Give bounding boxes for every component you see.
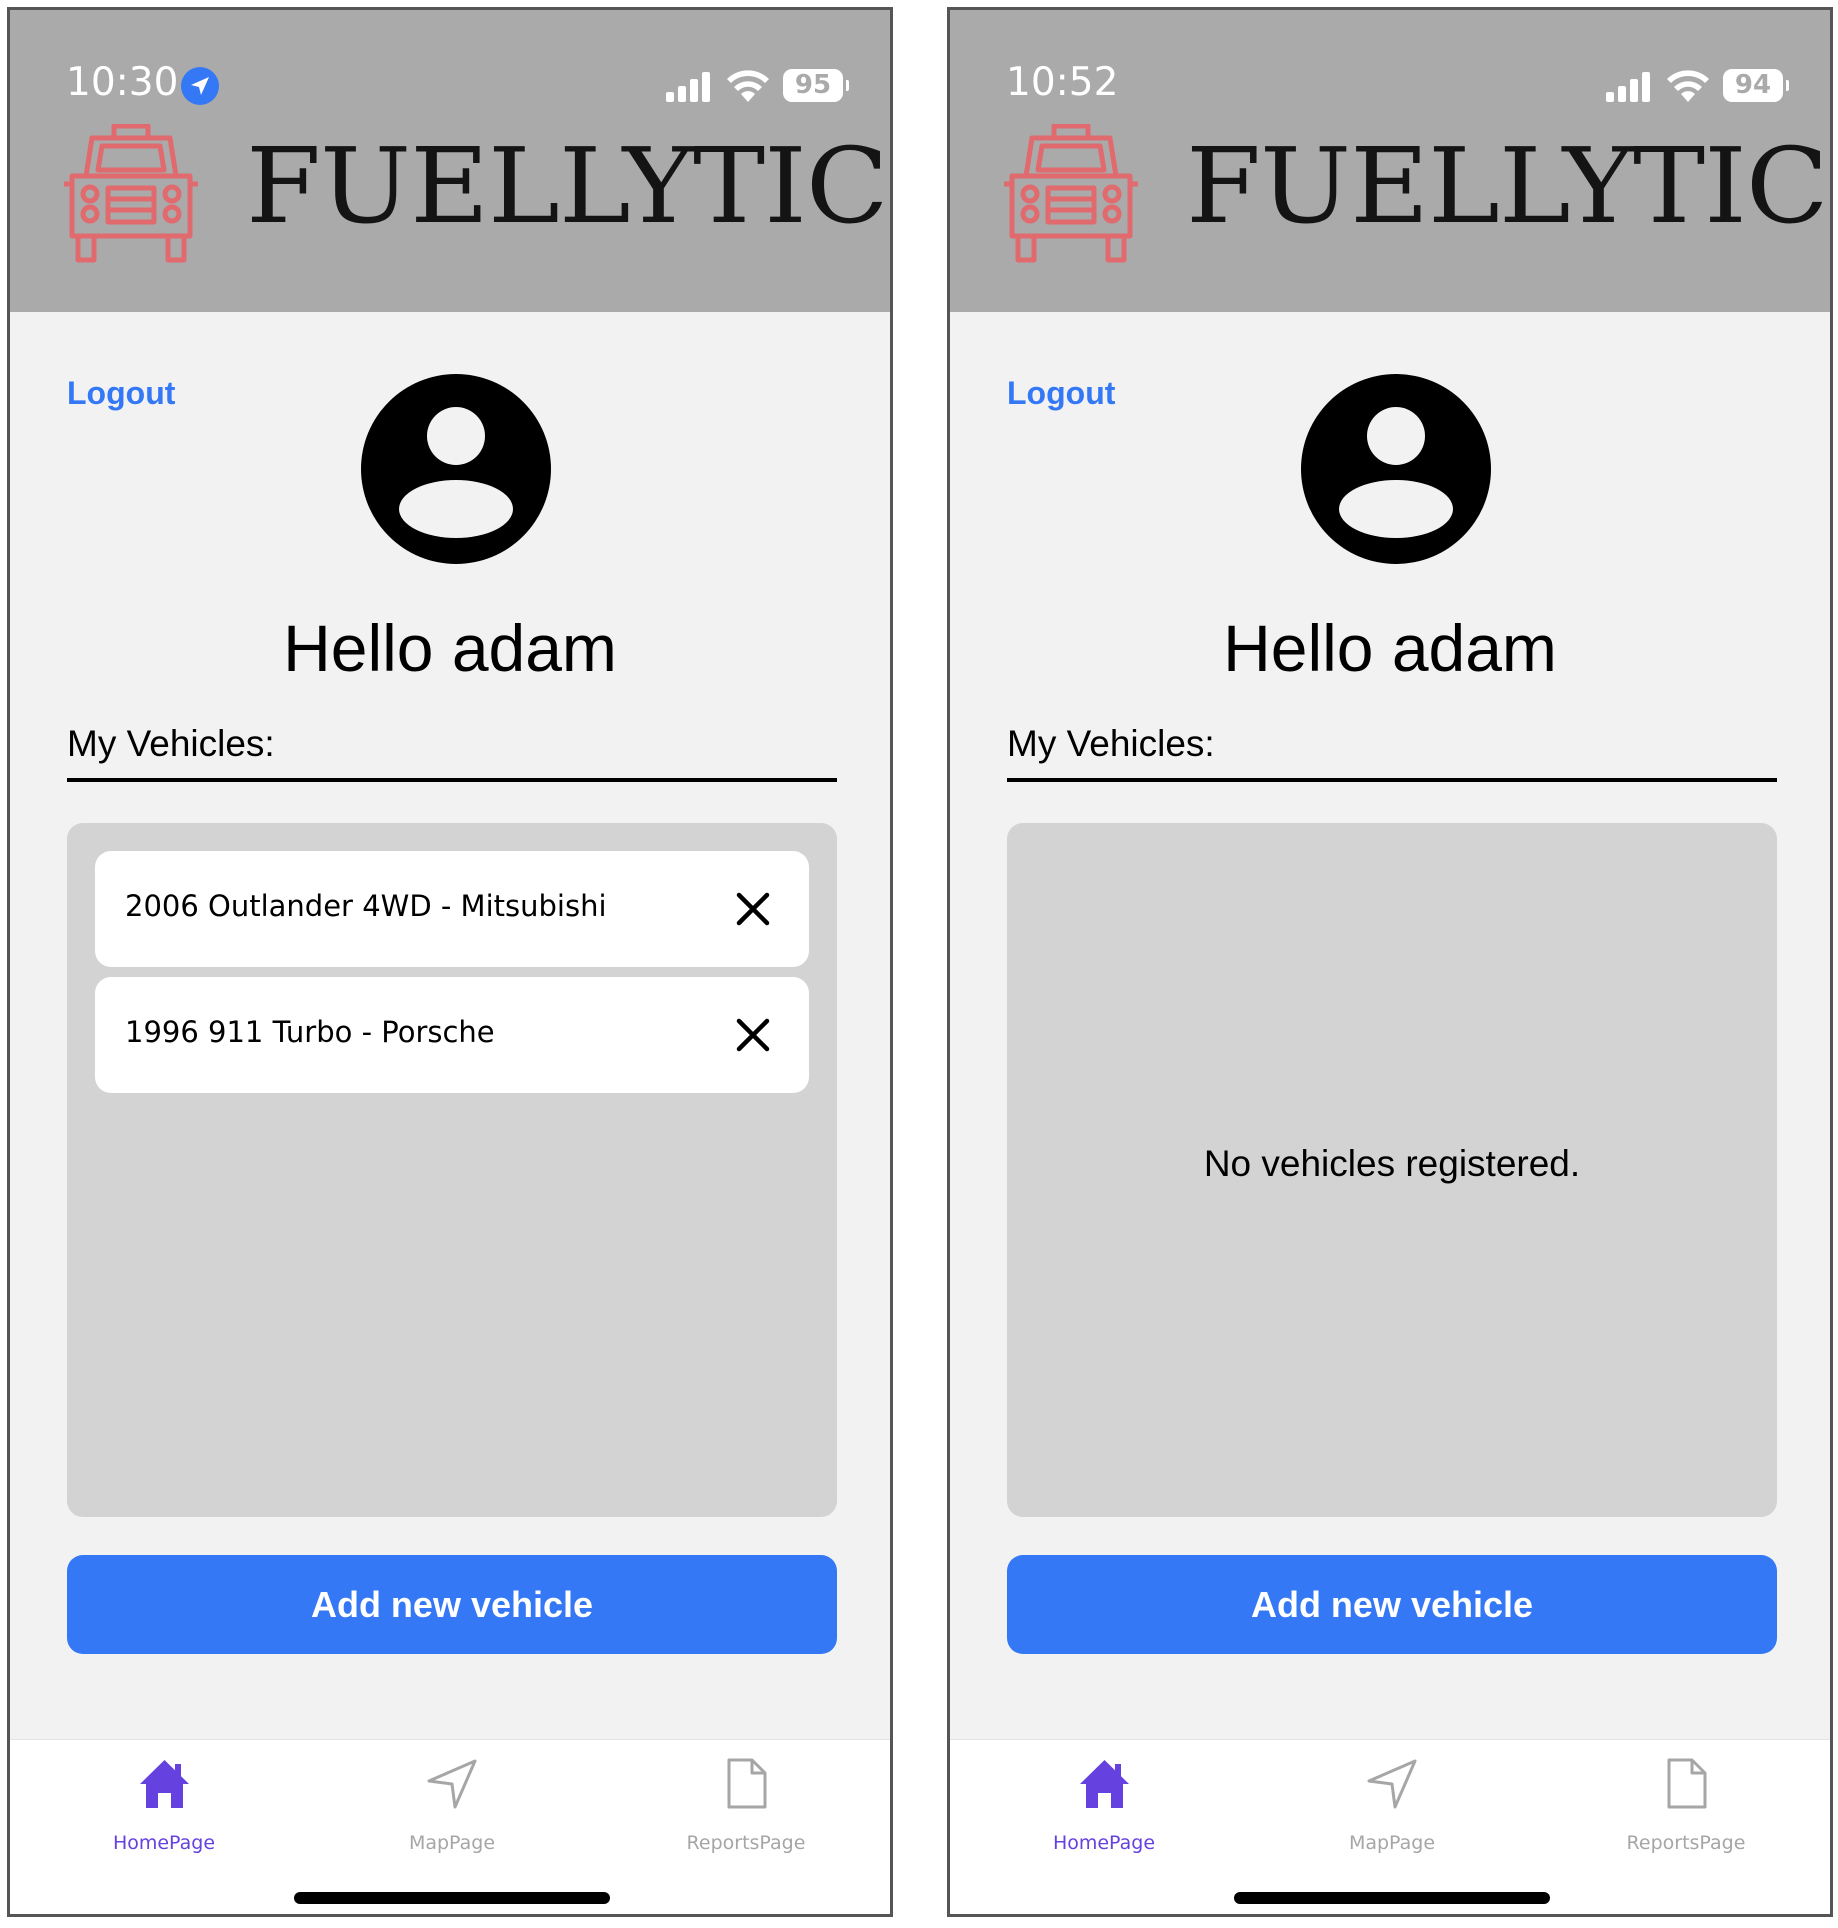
battery-level: 95 [794,70,832,100]
tab-label: HomePage [112,1832,216,1854]
tab-mappage[interactable]: MapPage [332,1740,572,1870]
remove-vehicle-close-icon[interactable] [735,1017,771,1053]
cellular-signal-icon [666,72,710,102]
status-time: 10:30 [66,60,179,105]
navigation-arrow-icon [427,1759,477,1809]
bottom-tab-bar: HomePage MapPage ReportsPage [10,1739,890,1914]
tab-label: ReportsPage [686,1832,806,1854]
home-icon [140,1760,189,1808]
wifi-icon [727,70,769,102]
tab-reportspage[interactable]: ReportsPage [1566,1740,1806,1870]
tab-mappage[interactable]: MapPage [1272,1740,1512,1870]
vehicle-list: No vehicles registered. [1007,823,1777,1517]
navigation-arrow-icon [1367,1759,1417,1809]
vehicle-list-item[interactable]: 1996 911 Turbo - Porsche [95,977,809,1093]
phone-screen-empty: 10:52 94 FUELLYTICS Logout Hello adam My… [947,7,1833,1917]
bottom-tab-bar: HomePage MapPage ReportsPage [950,1739,1830,1914]
greeting-text: Hello adam [1223,611,1557,685]
vehicle-name: 1996 911 Turbo - Porsche [125,1015,495,1049]
battery-indicator: 95 [783,69,849,102]
tab-label: MapPage [408,1832,496,1854]
home-icon [1080,1760,1129,1808]
vehicle-name: 2006 Outlander 4WD - Mitsubishi [125,889,607,923]
heading-divider [1007,778,1777,782]
user-avatar-icon [1301,374,1491,564]
app-header: 10:30 95 FUELLYTICS [10,10,890,312]
document-icon [727,1758,767,1809]
app-logo-title: FUELLYTICS [1186,125,1833,247]
truck-logo-icon [1004,124,1138,263]
logout-link[interactable]: Logout [67,375,175,412]
home-indicator[interactable] [1234,1892,1550,1904]
my-vehicles-heading: My Vehicles: [67,723,275,764]
app-logo-title: FUELLYTICS [246,125,893,247]
tab-label: HomePage [1052,1832,1156,1854]
greeting-text: Hello adam [283,611,617,685]
tab-homepage[interactable]: HomePage [44,1740,284,1870]
vehicle-list: 2006 Outlander 4WD - Mitsubishi 1996 911… [67,823,837,1517]
tab-label: MapPage [1348,1832,1436,1854]
wifi-icon [1667,70,1709,102]
add-new-vehicle-button[interactable]: Add new vehicle [67,1555,837,1654]
document-icon [1667,1758,1707,1809]
remove-vehicle-close-icon[interactable] [735,891,771,927]
truck-logo-icon [64,124,198,263]
heading-divider [67,778,837,782]
tab-label: ReportsPage [1626,1832,1746,1854]
location-arrow-icon [181,67,219,105]
user-avatar-icon [361,374,551,564]
add-new-vehicle-button[interactable]: Add new vehicle [1007,1555,1777,1654]
battery-indicator: 94 [1723,69,1789,102]
my-vehicles-heading: My Vehicles: [1007,723,1215,764]
status-time: 10:52 [1006,60,1119,105]
home-indicator[interactable] [294,1892,610,1904]
empty-vehicles-message: No vehicles registered. [1203,1143,1581,1184]
tab-homepage[interactable]: HomePage [984,1740,1224,1870]
logout-link[interactable]: Logout [1007,375,1115,412]
tab-reportspage[interactable]: ReportsPage [626,1740,866,1870]
battery-level: 94 [1734,70,1772,100]
cellular-signal-icon [1606,72,1650,102]
phone-screen-with-vehicles: 10:30 95 FUELLYTICS Logout Hello adam My… [7,7,893,1917]
app-header: 10:52 94 FUELLYTICS [950,10,1830,312]
vehicle-list-item[interactable]: 2006 Outlander 4WD - Mitsubishi [95,851,809,967]
